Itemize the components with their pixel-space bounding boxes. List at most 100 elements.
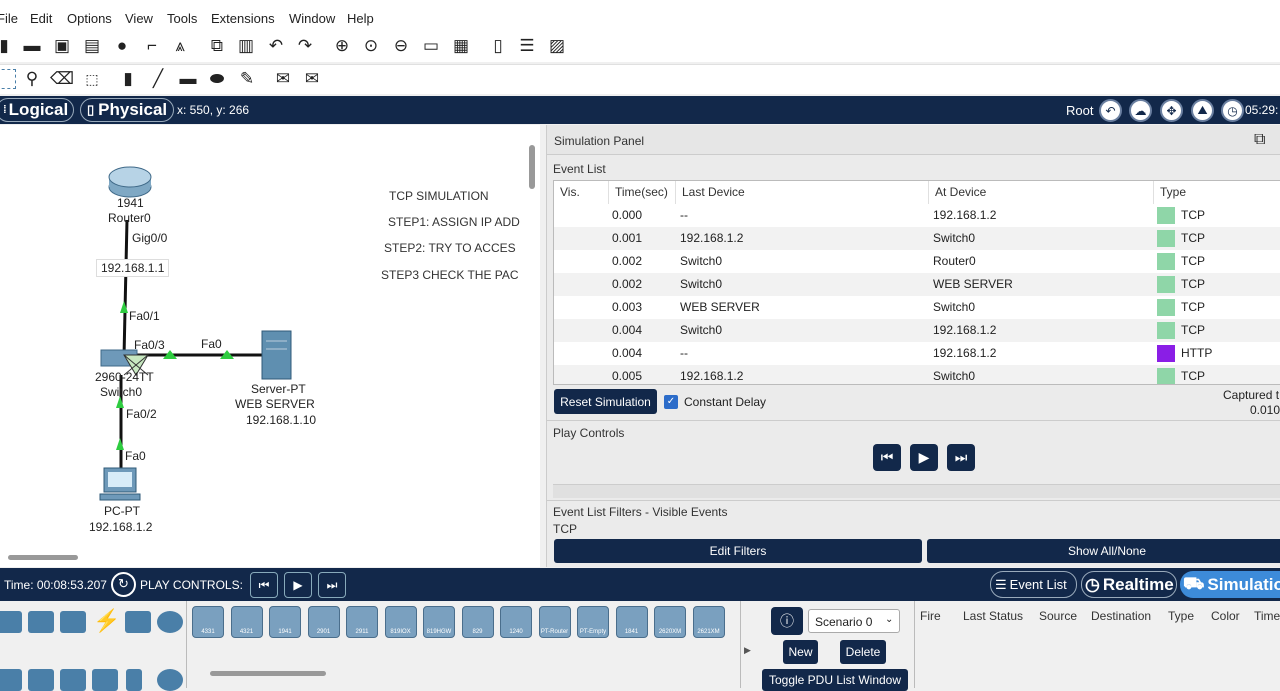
device-model-item[interactable]: 1941 (269, 606, 301, 638)
open-folder-icon[interactable]: ▬ (22, 36, 42, 56)
complex-pdu-icon[interactable]: ✉ (302, 69, 322, 89)
play-button[interactable]: ▶ (910, 444, 938, 471)
col-type[interactable]: Type (1154, 181, 1274, 204)
back-icon[interactable]: ↶ (1099, 99, 1122, 122)
cloud-icon[interactable]: ☁ (1129, 99, 1152, 122)
inspect-icon[interactable]: ⚲ (22, 69, 42, 89)
menu-tools[interactable]: Tools (167, 11, 197, 26)
back-step-button[interactable]: ⏮ (873, 444, 901, 471)
menu-extensions[interactable]: Extensions (211, 11, 275, 26)
info-icon[interactable]: ⓘ (771, 607, 803, 635)
delete-scenario-button[interactable]: Delete (840, 640, 886, 664)
clock-icon[interactable]: ◷ (1221, 99, 1244, 122)
device-model-item[interactable]: 1240 (500, 606, 532, 638)
drawing-palette-icon[interactable]: ▭ (421, 36, 441, 56)
pdu-col-source[interactable]: Source (1039, 609, 1077, 623)
pdu-col-last-status[interactable]: Last Status (963, 609, 1023, 623)
scenario-select[interactable]: Scenario 0 ⌄ (808, 609, 900, 633)
col-at-device[interactable]: At Device (929, 181, 1154, 204)
copy-icon[interactable]: ⧉ (207, 36, 227, 56)
network-devices-category-icon[interactable] (0, 611, 22, 633)
device-model-item[interactable]: 819HGW (423, 606, 455, 638)
simple-pdu-icon[interactable]: ✉ (273, 69, 293, 89)
pdu-col-fire[interactable]: Fire (920, 609, 941, 623)
line-icon[interactable]: ╱ (148, 69, 168, 89)
pdu-col-color[interactable]: Color (1211, 609, 1240, 623)
device-model-item[interactable]: 2901 (307, 606, 340, 638)
bottom-play-button[interactable]: ▶ (284, 572, 312, 598)
print-icon[interactable]: ▤ (82, 36, 102, 56)
event-row[interactable]: 0.002 Switch0 WEB SERVER TCP (554, 273, 1280, 296)
network-info-icon[interactable]: ⩓ (170, 36, 190, 56)
device-model-item[interactable]: PT-Router (538, 606, 571, 638)
vertical-scrollbar[interactable] (529, 145, 535, 189)
components-category-icon[interactable] (60, 611, 86, 633)
wizard-icon[interactable]: ⌐ (142, 36, 162, 56)
freeform-icon[interactable]: ✎ (237, 69, 257, 89)
forward-step-button[interactable]: ⏭ (947, 444, 975, 471)
physical-tab[interactable]: ▯ Physical (80, 98, 174, 122)
device-model-item[interactable]: 819IOX (384, 606, 417, 638)
ellipse-icon[interactable]: ⬬ (207, 69, 227, 89)
pdu-col-destination[interactable]: Destination (1091, 609, 1151, 623)
server-stack-icon[interactable]: ☰ (517, 36, 537, 56)
undock-icon[interactable]: ⧉ (1254, 131, 1265, 149)
zoom-reset-icon[interactable]: ⊙ (361, 36, 381, 56)
device-scrollbar[interactable] (210, 671, 326, 676)
delete-icon[interactable]: ⌫ (50, 69, 74, 89)
end-devices-category-icon[interactable] (28, 611, 54, 633)
reset-simulation-button[interactable]: Reset Simulation (554, 389, 657, 414)
select-icon[interactable] (0, 69, 16, 89)
multiuser-category-icon[interactable] (157, 611, 183, 633)
event-row[interactable]: 0.004 -- 192.168.1.2 HTTP (554, 342, 1280, 365)
pdu-col-type[interactable]: Type (1168, 609, 1194, 623)
device-model-item[interactable]: 2911 (346, 606, 378, 638)
menu-file[interactable]: File (0, 11, 18, 26)
document-icon[interactable]: ▯ (488, 36, 508, 56)
undo-icon[interactable]: ↶ (266, 36, 286, 56)
note-step1[interactable]: STEP1: ASSIGN IP ADD (388, 215, 523, 229)
misc-category-icon[interactable] (125, 611, 151, 633)
event-row[interactable]: 0.001 192.168.1.2 Switch0 TCP (554, 227, 1280, 250)
event-list-toggle[interactable]: ☰ Event List (990, 571, 1077, 598)
connections-category-icon[interactable]: ⚡ (93, 608, 120, 634)
save-icon[interactable]: ▣ (52, 36, 72, 56)
menu-window[interactable]: Window (289, 11, 335, 26)
device-model-item[interactable]: 2620XM (654, 606, 686, 638)
device-model-item[interactable]: PT-Empty (577, 606, 609, 638)
edit-filters-button[interactable]: Edit Filters (554, 539, 922, 563)
image-icon[interactable]: ▨ (547, 36, 567, 56)
paste-icon[interactable]: ▥ (236, 36, 256, 56)
show-all-none-button[interactable]: Show All/None (927, 539, 1280, 563)
zoom-out-icon[interactable]: ⊖ (391, 36, 411, 56)
landscape-icon[interactable]: ⛰ (1191, 99, 1214, 122)
device-model-item[interactable]: 829 (461, 606, 494, 638)
device-model-item[interactable]: 4321 (230, 606, 263, 638)
custom-device-icon[interactable]: ▦ (451, 36, 471, 56)
col-last-device[interactable]: Last Device (676, 181, 929, 204)
menu-edit[interactable]: Edit (30, 11, 52, 26)
event-row[interactable]: 0.004 Switch0 192.168.1.2 TCP (554, 319, 1280, 342)
simulation-tab[interactable]: ⛟ Simulatio (1180, 571, 1280, 598)
new-file-icon[interactable]: ▮ (0, 36, 14, 56)
info-icon[interactable]: ● (112, 36, 132, 56)
menu-view[interactable]: View (125, 11, 153, 26)
horizontal-scrollbar[interactable] (8, 555, 78, 560)
expand-arrow-icon[interactable]: ▶ (744, 645, 751, 656)
device-model-item[interactable]: 1841 (615, 606, 648, 638)
event-row[interactable]: 0.000 -- 192.168.1.2 TCP (554, 204, 1280, 227)
device-model-item[interactable]: 2621XM (692, 606, 725, 638)
logical-tab[interactable]: ⁞ Logical (0, 98, 74, 122)
bottom-back-button[interactable]: ⏮ (250, 572, 278, 598)
note-tcp-simulation[interactable]: TCP SIMULATION (389, 189, 504, 203)
pdu-col-time[interactable]: Time (1254, 609, 1280, 623)
bottom-forward-button[interactable]: ⏭ (318, 572, 346, 598)
event-row[interactable]: 0.005 192.168.1.2 Switch0 TCP (554, 365, 1280, 384)
power-cycle-icon[interactable]: ↻ (111, 572, 136, 597)
redo-icon[interactable]: ↷ (295, 36, 315, 56)
resize-shape-icon[interactable]: ⬚ (82, 69, 102, 89)
menu-options[interactable]: Options (67, 11, 112, 26)
rectangle-icon[interactable]: ▬ (178, 69, 198, 89)
note-step2[interactable]: STEP2: TRY TO ACCES (384, 241, 523, 255)
col-vis[interactable]: Vis. (554, 181, 609, 204)
